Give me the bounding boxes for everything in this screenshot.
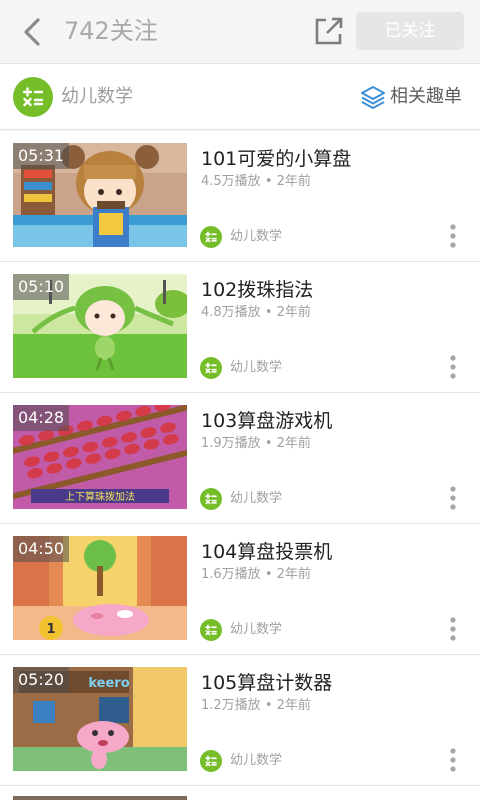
- meta-separator: •: [264, 174, 273, 189]
- more-vertical-icon: [450, 355, 456, 379]
- video-meta: 4.8万播放 • 2年前: [201, 304, 311, 322]
- related-lists-label: 相关趣单: [390, 86, 462, 107]
- video-meta: 1.9万播放 • 2年前: [201, 435, 311, 453]
- more-options-button[interactable]: [444, 485, 462, 511]
- meta-separator: •: [264, 305, 273, 320]
- video-channel-avatar: [200, 619, 222, 641]
- video-title[interactable]: 105算盘计数器: [201, 669, 332, 697]
- math-operators-icon: [205, 231, 217, 243]
- video-item[interactable]: 05:10 102拨珠指法 4.8万播放 • 2年前 幼儿数学: [0, 262, 480, 393]
- math-operators-icon: [205, 624, 217, 636]
- video-plays: 4.5万播放: [201, 174, 261, 189]
- video-plays: 1.2万播放: [201, 698, 261, 713]
- video-channel-name: 幼儿数学: [230, 360, 283, 375]
- video-meta: 1.6万播放 • 2年前: [201, 566, 311, 584]
- video-item[interactable]: 1 04:50 104算盘投票机 1.6万播放 • 2年前 幼儿数学: [0, 524, 480, 655]
- video-plays: 1.6万播放: [201, 567, 261, 582]
- video-age: 2年前: [276, 567, 311, 582]
- video-item[interactable]: 05:31 101可爱的小算盘 4.5万播放 • 2年前 幼儿数学: [0, 131, 480, 262]
- more-options-button[interactable]: [444, 354, 462, 380]
- math-operators-icon: [205, 362, 217, 374]
- channel-name[interactable]: 幼儿数学: [61, 84, 133, 110]
- page-title: 742关注: [64, 17, 158, 45]
- video-channel-name: 幼儿数学: [230, 229, 283, 244]
- svg-text:1: 1: [46, 622, 55, 637]
- video-thumbnail[interactable]: 1 04:50: [13, 536, 187, 640]
- math-operators-icon: [22, 87, 44, 107]
- more-options-button[interactable]: [444, 616, 462, 642]
- video-item[interactable]: 上下算珠拨加法 04:28 103算盘游戏机 1.9万播放 • 2年前 幼儿数学: [0, 393, 480, 524]
- video-age: 2年前: [276, 305, 311, 320]
- video-channel-avatar: [200, 750, 222, 772]
- video-duration: 05:10: [13, 274, 70, 300]
- video-meta: 4.5万播放 • 2年前: [201, 173, 311, 191]
- thumbnail-sign: keero: [88, 676, 129, 691]
- video-channel-name: 幼儿数学: [230, 753, 283, 768]
- next-video-item-partial[interactable]: [0, 786, 480, 800]
- video-meta: 1.2万播放 • 2年前: [201, 697, 311, 715]
- video-item[interactable]: keero 05:20 105算盘计数器 1.2万播放 • 2年前 幼儿数学: [0, 655, 480, 786]
- video-plays: 1.9万播放: [201, 436, 261, 451]
- more-options-button[interactable]: [444, 747, 462, 773]
- video-title[interactable]: 101可爱的小算盘: [201, 145, 351, 173]
- video-age: 2年前: [276, 436, 311, 451]
- video-age: 2年前: [276, 174, 311, 189]
- meta-separator: •: [264, 436, 273, 451]
- video-plays: 4.8万播放: [201, 305, 261, 320]
- back-button[interactable]: [18, 14, 48, 50]
- video-thumbnail[interactable]: 05:31: [13, 143, 187, 247]
- follow-button[interactable]: 已关注: [356, 12, 464, 50]
- share-button[interactable]: [312, 14, 346, 48]
- video-channel-avatar: [200, 226, 222, 248]
- video-thumbnail-partial: [13, 796, 187, 800]
- more-vertical-icon: [450, 617, 456, 641]
- video-channel-name: 幼儿数学: [230, 491, 283, 506]
- video-duration: 05:20: [13, 667, 70, 693]
- math-operators-icon: [205, 755, 217, 767]
- video-thumbnail[interactable]: 05:10: [13, 274, 187, 378]
- more-vertical-icon: [450, 486, 456, 510]
- math-operators-icon: [205, 493, 217, 505]
- share-external-icon: [315, 17, 343, 45]
- meta-separator: •: [264, 698, 273, 713]
- video-thumbnail[interactable]: keero 05:20: [13, 667, 187, 771]
- video-title[interactable]: 103算盘游戏机: [201, 407, 332, 435]
- video-channel-avatar: [200, 357, 222, 379]
- video-duration: 05:31: [13, 143, 70, 169]
- thumbnail-caption: 上下算珠拨加法: [65, 490, 135, 503]
- more-vertical-icon: [450, 224, 456, 248]
- video-thumbnail[interactable]: 上下算珠拨加法 04:28: [13, 405, 187, 509]
- video-age: 2年前: [276, 698, 311, 713]
- more-vertical-icon: [450, 748, 456, 772]
- top-bar: 742关注 已关注: [0, 0, 480, 64]
- channel-bar: 幼儿数学 相关趣单: [0, 64, 480, 130]
- video-list: 05:31 101可爱的小算盘 4.5万播放 • 2年前 幼儿数学 05:10 …: [0, 131, 480, 786]
- chevron-left-icon: [24, 18, 40, 46]
- channel-avatar[interactable]: [13, 77, 53, 117]
- video-duration: 04:50: [13, 536, 70, 562]
- video-channel-name: 幼儿数学: [230, 622, 283, 637]
- video-channel-avatar: [200, 488, 222, 510]
- layers-icon: [361, 86, 385, 109]
- video-title[interactable]: 104算盘投票机: [201, 538, 332, 566]
- meta-separator: •: [264, 567, 273, 582]
- video-duration: 04:28: [13, 405, 70, 431]
- video-title[interactable]: 102拨珠指法: [201, 276, 313, 304]
- more-options-button[interactable]: [444, 223, 462, 249]
